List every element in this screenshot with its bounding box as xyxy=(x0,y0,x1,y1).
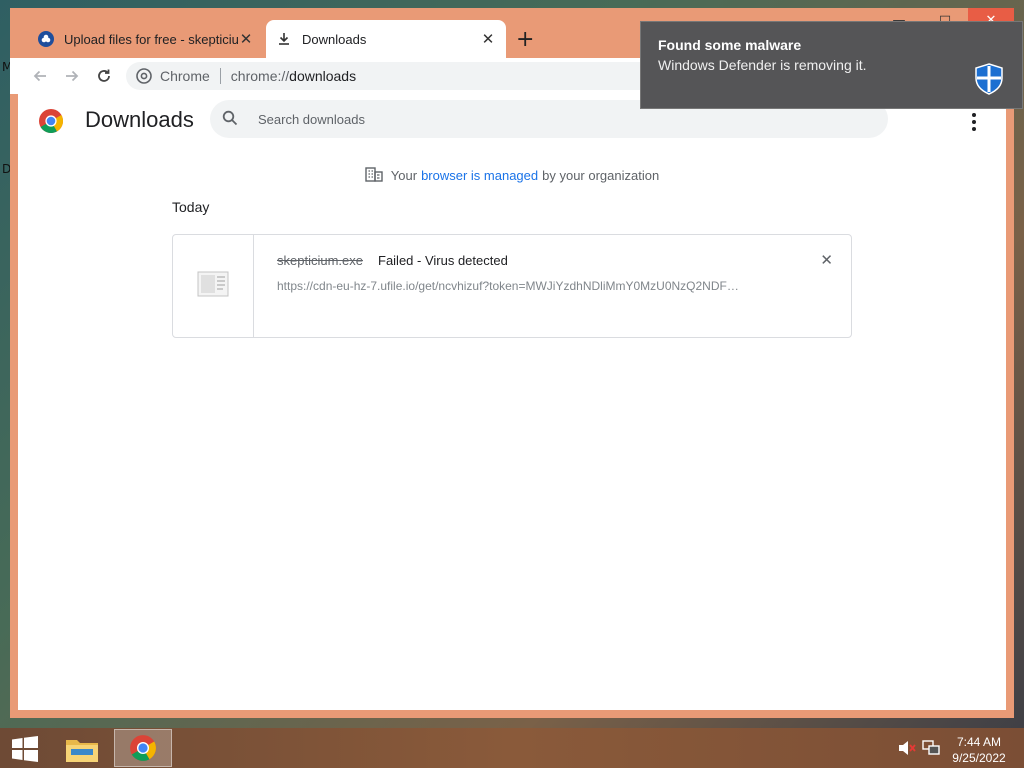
date-heading: Today xyxy=(172,199,210,215)
tab-close-icon[interactable]: ✕ xyxy=(238,30,254,48)
system-clock[interactable]: 7:44 AM 9/25/2022 xyxy=(946,734,1012,766)
defender-shield-icon xyxy=(974,63,1004,100)
file-icon-box xyxy=(173,235,254,337)
building-icon xyxy=(365,166,383,185)
page-title: Downloads xyxy=(85,107,194,132)
managed-prefix: Your xyxy=(390,168,418,183)
downloads-page: Downloads Your browser is managed by you… xyxy=(18,94,1006,710)
taskbar: 7:44 AM 9/25/2022 xyxy=(0,728,1024,768)
file-explorer-icon[interactable] xyxy=(62,732,102,766)
volume-muted-icon[interactable] xyxy=(898,740,916,761)
omnibox-divider xyxy=(219,68,221,84)
tab-close-icon[interactable]: ✕ xyxy=(480,30,496,48)
reload-icon[interactable] xyxy=(92,64,116,88)
forward-arrow-icon[interactable] xyxy=(60,64,84,88)
file-name: skepticium.exe xyxy=(277,253,363,268)
site-chip[interactable]: Chrome xyxy=(126,68,210,84)
search-icon xyxy=(222,110,242,129)
back-arrow-icon[interactable] xyxy=(28,64,52,88)
chrome-icon xyxy=(136,68,152,84)
download-icon xyxy=(276,31,292,47)
source-url[interactable]: https://cdn-eu-hz-7.ufile.io/get/ncvhizu… xyxy=(277,279,777,293)
managed-suffix: by your organization xyxy=(542,168,660,183)
tab-title: Downloads xyxy=(302,31,367,47)
site-chip-label: Chrome xyxy=(160,68,210,84)
search-input[interactable] xyxy=(256,110,860,128)
tab-title: Upload files for free - skepticium xyxy=(64,31,238,47)
download-item: skepticium.exe Failed - Virus detected h… xyxy=(172,234,852,338)
notification-message: Windows Defender is removing it. xyxy=(658,57,867,73)
url-text: chrome://downloads xyxy=(230,68,357,84)
chrome-icon[interactable] xyxy=(114,729,172,767)
ufile-icon xyxy=(38,31,54,47)
remove-item-button[interactable]: ✕ xyxy=(820,251,833,269)
network-icon[interactable] xyxy=(922,740,940,761)
file-icon xyxy=(197,271,229,302)
tab-ufile[interactable]: Upload files for free - skepticium ✕ xyxy=(28,20,264,58)
tab-downloads[interactable]: Downloads ✕ xyxy=(266,20,506,58)
managed-link[interactable]: browser is managed xyxy=(421,168,538,183)
chrome-window: — □ ✕ Upload files for free - skepticium… xyxy=(10,8,1014,718)
chrome-logo-icon xyxy=(38,108,64,139)
clock-date: 9/25/2022 xyxy=(952,751,1006,765)
download-status: Failed - Virus detected xyxy=(378,253,508,268)
defender-notification[interactable]: Found some malware Windows Defender is r… xyxy=(640,21,1023,109)
more-options-icon[interactable] xyxy=(970,112,978,132)
managed-notice: Your browser is managed by your organiza… xyxy=(18,166,1006,185)
new-tab-button[interactable]: + xyxy=(516,29,534,51)
start-icon[interactable] xyxy=(11,736,39,767)
clock-time: 7:44 AM xyxy=(956,735,1002,749)
notification-title: Found some malware xyxy=(658,37,802,53)
